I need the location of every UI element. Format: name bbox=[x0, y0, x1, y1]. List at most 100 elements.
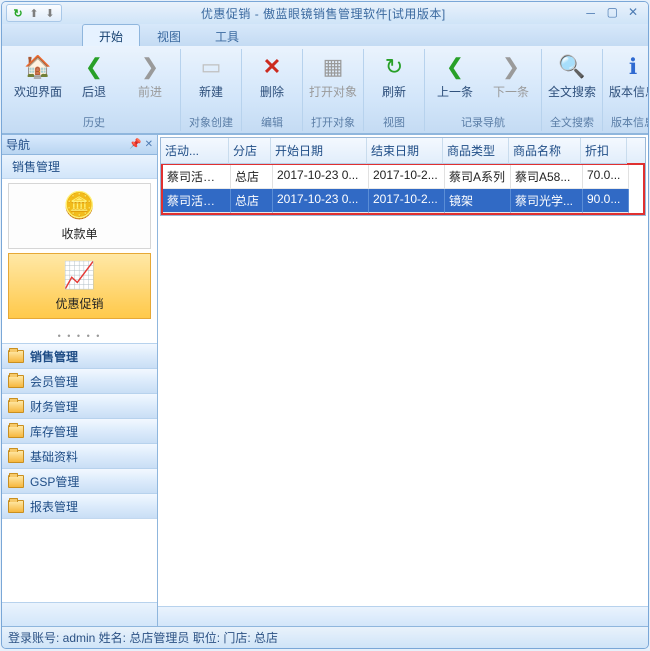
group-edit: ✕ 删除 编辑 bbox=[242, 49, 303, 131]
col-discount[interactable]: 折扣 bbox=[581, 138, 627, 164]
nav-items-overflow[interactable]: • • • • • bbox=[2, 329, 157, 343]
group-open: ▦ 打开对象 打开对象 bbox=[303, 49, 364, 131]
window-title: 优惠促销 - 傲蓝眼镜销售管理软件[试用版本] bbox=[62, 5, 585, 22]
welcome-button[interactable]: 🏠 欢迎界面 bbox=[14, 51, 62, 99]
quick-access-toolbar: ↻ ⬆ ⬇ bbox=[6, 4, 62, 22]
grid-row-selected[interactable]: 蔡司活动日 总店 2017-10-23 0... 2017-10-2... 镜架… bbox=[163, 189, 643, 213]
navigation-panel: 导航 📌 ✕ 销售管理 🪙 收款单 📈 优惠促销 • • • • • bbox=[2, 135, 158, 626]
folder-icon bbox=[8, 375, 24, 388]
stackbar-basic[interactable]: 基础资料 bbox=[2, 443, 157, 468]
group-recordnav: ❮ 上一条 ❯ 下一条 记录导航 bbox=[425, 49, 542, 131]
main-area: 导航 📌 ✕ 销售管理 🪙 收款单 📈 优惠促销 • • • • • bbox=[2, 134, 648, 626]
highlight-box: 蔡司活动日 总店 2017-10-23 0... 2017-10-2... 蔡司… bbox=[161, 163, 645, 215]
group-view: ↻ 刷新 视图 bbox=[364, 49, 425, 131]
stackbar-member[interactable]: 会员管理 bbox=[2, 368, 157, 393]
folder-icon bbox=[8, 350, 24, 363]
delete-icon: ✕ bbox=[256, 51, 288, 83]
maximize-button[interactable]: ▢ bbox=[607, 5, 618, 22]
refresh-button[interactable]: ↻ 刷新 bbox=[370, 51, 418, 99]
stackbar-sales[interactable]: 销售管理 bbox=[2, 343, 157, 368]
open-object-icon: ▦ bbox=[317, 51, 349, 83]
next-record-button[interactable]: ❯ 下一条 bbox=[487, 51, 535, 99]
promotion-grid[interactable]: 活动... 分店 开始日期 结束日期 商品类型 商品名称 折扣 蔡司活动日 总店… bbox=[160, 137, 646, 216]
minimize-button[interactable]: － bbox=[585, 5, 597, 22]
arrow-down-icon[interactable]: ⬇ bbox=[43, 6, 57, 20]
new-button[interactable]: ▭ 新建 bbox=[187, 51, 235, 99]
group-view-title: 视图 bbox=[383, 113, 405, 131]
group-edit-title: 编辑 bbox=[261, 113, 283, 131]
close-button[interactable]: ✕ bbox=[628, 5, 638, 22]
col-branch[interactable]: 分店 bbox=[229, 138, 271, 164]
prev-record-button[interactable]: ❮ 上一条 bbox=[431, 51, 479, 99]
col-prodtype[interactable]: 商品类型 bbox=[443, 138, 509, 164]
col-startdate[interactable]: 开始日期 bbox=[271, 138, 367, 164]
next-icon: ❯ bbox=[495, 51, 527, 83]
coin-icon: 🪙 bbox=[63, 190, 95, 221]
back-icon: ❮ bbox=[78, 51, 110, 83]
nav-item-label: 优惠促销 bbox=[55, 295, 103, 312]
back-button[interactable]: ❮ 后退 bbox=[70, 51, 118, 99]
chart-icon: 📈 bbox=[63, 260, 95, 291]
group-history: 🏠 欢迎界面 ❮ 后退 ❯ 前进 历史 bbox=[8, 49, 181, 131]
folder-icon bbox=[8, 500, 24, 513]
status-text: 登录账号: admin 姓名: 总店管理员 职位: 门店: 总店 bbox=[8, 629, 278, 646]
grid-area: 活动... 分店 开始日期 结束日期 商品类型 商品名称 折扣 蔡司活动日 总店… bbox=[158, 135, 648, 626]
folder-icon bbox=[8, 425, 24, 438]
group-version-title: 版本信息 bbox=[611, 113, 649, 131]
nav-item-label: 收款单 bbox=[61, 225, 97, 242]
group-version: ℹ 版本信息 版本信息 bbox=[603, 49, 649, 131]
col-activity[interactable]: 活动... bbox=[161, 138, 229, 164]
layout-selector[interactable]: ▾ bbox=[6, 26, 50, 44]
nav-items: 🪙 收款单 📈 优惠促销 bbox=[2, 179, 157, 329]
tab-tools[interactable]: 工具 bbox=[198, 24, 256, 46]
new-icon: ▭ bbox=[195, 51, 227, 83]
nav-close-icon[interactable]: ✕ bbox=[145, 139, 153, 150]
nav-bottom-strip bbox=[2, 602, 157, 626]
folder-icon bbox=[8, 475, 24, 488]
arrow-up-icon[interactable]: ⬆ bbox=[27, 6, 41, 20]
group-history-title: 历史 bbox=[83, 113, 105, 131]
nav-subheader[interactable]: 销售管理 bbox=[2, 155, 157, 179]
col-enddate[interactable]: 结束日期 bbox=[367, 138, 443, 164]
stackbar-stock[interactable]: 库存管理 bbox=[2, 418, 157, 443]
tab-view[interactable]: 视图 bbox=[140, 24, 198, 46]
status-bar: 登录账号: admin 姓名: 总店管理员 职位: 门店: 总店 bbox=[2, 626, 648, 648]
prev-icon: ❮ bbox=[439, 51, 471, 83]
nav-item-receipt[interactable]: 🪙 收款单 bbox=[8, 183, 151, 249]
group-search-title: 全文搜索 bbox=[550, 113, 594, 131]
open-object-button[interactable]: ▦ 打开对象 bbox=[309, 51, 357, 99]
stackbar-gsp[interactable]: GSP管理 bbox=[2, 468, 157, 493]
info-icon: ℹ bbox=[617, 51, 649, 83]
title-bar: ↻ ⬆ ⬇ 优惠促销 - 傲蓝眼镜销售管理软件[试用版本] － ▢ ✕ bbox=[2, 2, 648, 24]
fulltext-search-button[interactable]: 🔍 全文搜索 bbox=[548, 51, 596, 99]
home-icon: 🏠 bbox=[22, 51, 54, 83]
app-window: ↻ ⬆ ⬇ 优惠促销 - 傲蓝眼镜销售管理软件[试用版本] － ▢ ✕ ▾ 开始… bbox=[1, 1, 649, 649]
tab-start[interactable]: 开始 bbox=[82, 24, 140, 46]
group-search: 🔍 全文搜索 全文搜索 bbox=[542, 49, 603, 131]
group-recordnav-title: 记录导航 bbox=[461, 113, 505, 131]
search-icon: 🔍 bbox=[556, 51, 588, 83]
nav-stackbars: 销售管理 会员管理 财务管理 库存管理 基础资料 GSP管理 报表管理 bbox=[2, 343, 157, 518]
folder-icon bbox=[8, 450, 24, 463]
ribbon: 🏠 欢迎界面 ❮ 后退 ❯ 前进 历史 ▭ 新建 bbox=[2, 46, 648, 134]
nav-header: 导航 📌 ✕ bbox=[2, 135, 157, 155]
forward-button[interactable]: ❯ 前进 bbox=[126, 51, 174, 99]
stackbar-finance[interactable]: 财务管理 bbox=[2, 393, 157, 418]
nav-header-title: 导航 bbox=[6, 136, 30, 153]
stackbar-report[interactable]: 报表管理 bbox=[2, 493, 157, 518]
refresh-icon[interactable]: ↻ bbox=[11, 6, 25, 20]
group-create-title: 对象创建 bbox=[189, 113, 233, 131]
folder-icon bbox=[8, 400, 24, 413]
col-prodname[interactable]: 商品名称 bbox=[509, 138, 581, 164]
nav-item-promotion[interactable]: 📈 优惠促销 bbox=[8, 253, 151, 319]
delete-button[interactable]: ✕ 删除 bbox=[248, 51, 296, 99]
pin-icon[interactable]: 📌 bbox=[129, 139, 141, 150]
group-create: ▭ 新建 对象创建 bbox=[181, 49, 242, 131]
refresh-icon-big: ↻ bbox=[378, 51, 410, 83]
grid-header[interactable]: 活动... 分店 开始日期 结束日期 商品类型 商品名称 折扣 bbox=[161, 138, 645, 164]
grid-row[interactable]: 蔡司活动日 总店 2017-10-23 0... 2017-10-2... 蔡司… bbox=[163, 165, 643, 189]
version-info-button[interactable]: ℹ 版本信息 bbox=[609, 51, 649, 99]
forward-icon: ❯ bbox=[134, 51, 166, 83]
group-open-title: 打开对象 bbox=[311, 113, 355, 131]
grid-status-strip bbox=[158, 606, 648, 626]
